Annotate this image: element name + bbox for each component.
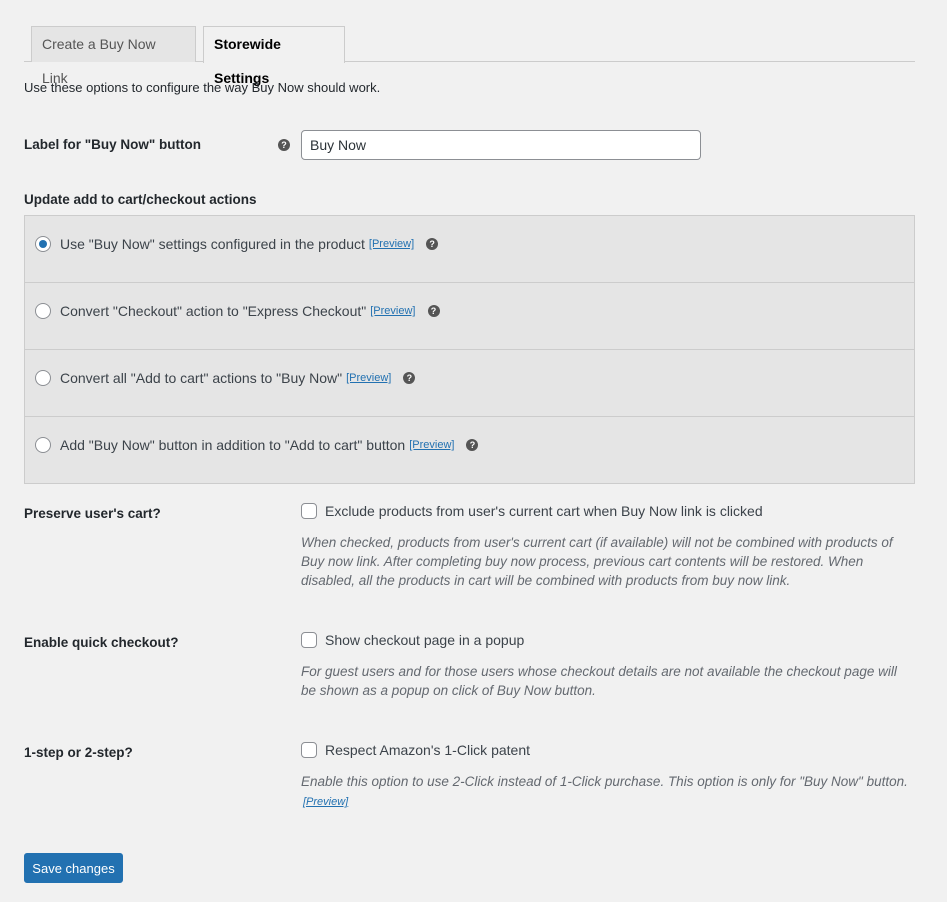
help-icon[interactable]: ? bbox=[426, 238, 439, 250]
checkbox-label: Respect Amazon's 1-Click patent bbox=[325, 742, 530, 758]
radio-label: Convert all "Add to cart" actions to "Bu… bbox=[60, 370, 343, 386]
radio-button[interactable] bbox=[35, 437, 51, 453]
tab-create-buy-now-link[interactable]: Create a Buy Now Link bbox=[31, 26, 196, 86]
preview-link[interactable]: [Preview] bbox=[370, 305, 415, 317]
step-checkbox[interactable] bbox=[301, 742, 317, 758]
intro-text: Use these options to configure the way B… bbox=[24, 80, 381, 95]
preview-link[interactable]: [Preview] bbox=[346, 372, 391, 384]
help-icon[interactable]: ? bbox=[466, 439, 479, 451]
help-icon[interactable]: ? bbox=[278, 139, 290, 151]
radio-label: Add "Buy Now" button in addition to "Add… bbox=[60, 437, 406, 453]
radio-option[interactable]: Convert all "Add to cart" actions to "Bu… bbox=[25, 350, 914, 417]
radio-option[interactable]: Add "Buy Now" button in addition to "Add… bbox=[25, 417, 914, 484]
quick-checkout-heading: Enable quick checkout? bbox=[24, 635, 179, 650]
preview-link[interactable]: [Preview] bbox=[303, 796, 348, 808]
preserve-cart-option[interactable]: Exclude products from user's current car… bbox=[301, 503, 763, 519]
radio-button[interactable] bbox=[35, 303, 51, 319]
step-heading: 1-step or 2-step? bbox=[24, 745, 133, 760]
help-icon[interactable]: ? bbox=[403, 372, 416, 384]
radio-button[interactable] bbox=[35, 370, 51, 386]
quick-checkout-option[interactable]: Show checkout page in a popup bbox=[301, 632, 524, 648]
preserve-cart-description: When checked, products from user's curre… bbox=[301, 535, 893, 588]
tab-storewide-settings[interactable]: Storewide Settings bbox=[203, 26, 345, 86]
radio-option[interactable]: Use "Buy Now" settings configured in the… bbox=[25, 216, 914, 283]
step-description-text: Enable this option to use 2-Click instea… bbox=[301, 774, 908, 789]
preserve-cart-heading: Preserve user's cart? bbox=[24, 506, 161, 521]
help-icon[interactable]: ? bbox=[427, 305, 440, 317]
preserve-cart-checkbox[interactable] bbox=[301, 503, 317, 519]
save-changes-button[interactable]: Save changes bbox=[24, 853, 123, 883]
buy-now-label-input[interactable] bbox=[301, 130, 701, 160]
radio-label: Use "Buy Now" settings configured in the… bbox=[60, 236, 365, 252]
quick-checkout-checkbox[interactable] bbox=[301, 632, 317, 648]
checkbox-label: Exclude products from user's current car… bbox=[325, 503, 763, 519]
radio-button[interactable] bbox=[35, 236, 51, 252]
preview-link[interactable]: [Preview] bbox=[369, 238, 414, 250]
radio-label: Convert "Checkout" action to "Express Ch… bbox=[60, 303, 367, 319]
actions-radio-group: Use "Buy Now" settings configured in the… bbox=[24, 215, 915, 484]
preview-link[interactable]: [Preview] bbox=[409, 439, 454, 451]
radio-option[interactable]: Convert "Checkout" action to "Express Ch… bbox=[25, 283, 914, 350]
tab-bar: Create a Buy Now Link Storewide Settings bbox=[24, 26, 915, 86]
buy-now-label-heading: Label for "Buy Now" button bbox=[24, 137, 202, 152]
actions-heading: Update add to cart/checkout actions bbox=[24, 192, 257, 207]
checkbox-label: Show checkout page in a popup bbox=[325, 632, 525, 648]
quick-checkout-description: For guest users and for those users whos… bbox=[301, 664, 897, 698]
step-description: Enable this option to use 2-Click instea… bbox=[301, 772, 911, 812]
step-option[interactable]: Respect Amazon's 1-Click patent bbox=[301, 742, 530, 758]
